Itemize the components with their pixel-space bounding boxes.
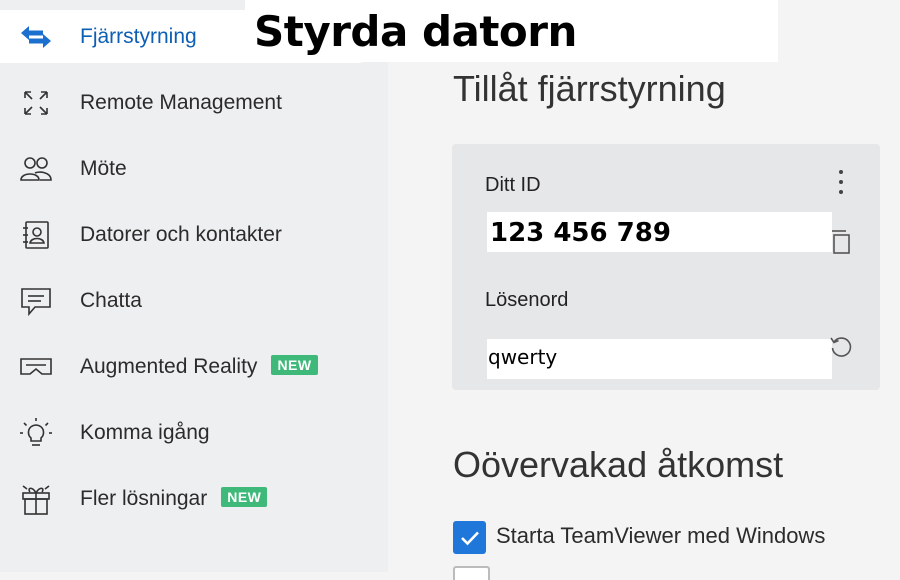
remote-control-card: Ditt ID 123 456 789 Lösenord qwerty	[452, 144, 880, 390]
gift-box-icon	[18, 481, 54, 517]
sidebar-item-label: Möte	[80, 157, 127, 180]
next-checkbox[interactable]	[453, 566, 490, 580]
ar-goggles-icon	[18, 349, 54, 385]
id-value: 123 456 789	[490, 218, 671, 248]
sidebar-item-text: Fler lösningar	[80, 487, 208, 510]
overlay-heading: Styrda datorn	[254, 7, 577, 56]
contact-card-icon	[18, 217, 54, 253]
sidebar: Fjärrstyrning Remote Management Möte Dat…	[0, 0, 388, 572]
sidebar-item-label: Chatta	[80, 289, 142, 312]
sidebar-item-label: Datorer och kontakter	[80, 223, 282, 246]
sidebar-item-augmented-reality[interactable]: Augmented Reality NEW	[0, 339, 365, 395]
sidebar-item-fler-losningar[interactable]: Fler lösningar NEW	[0, 471, 365, 527]
unattended-access-title: Oövervakad åtkomst	[453, 444, 784, 485]
expand-arrows-icon	[18, 85, 54, 121]
id-label: Ditt ID	[485, 174, 541, 196]
sidebar-item-mote[interactable]: Möte	[0, 141, 365, 197]
arrows-swap-icon	[18, 19, 54, 55]
copy-icon[interactable]	[828, 228, 854, 256]
more-options-icon[interactable]	[828, 168, 854, 196]
allow-remote-control-title: Tillåt fjärrstyrning	[453, 68, 726, 109]
password-value-box[interactable]: qwerty	[487, 339, 832, 379]
sidebar-item-label: Remote Management	[80, 91, 282, 114]
sidebar-item-datorer-och-kontakter[interactable]: Datorer och kontakter	[0, 207, 365, 263]
sidebar-item-label: Augmented Reality NEW	[80, 355, 318, 379]
chat-bubble-icon	[18, 283, 54, 319]
sidebar-item-label: Komma igång	[80, 421, 210, 444]
new-badge: NEW	[221, 487, 268, 507]
id-value-box[interactable]: 123 456 789	[487, 212, 832, 252]
lightbulb-icon	[18, 415, 54, 451]
password-value: qwerty	[488, 345, 558, 369]
overlay-heading-box: Styrda datorn	[245, 0, 778, 62]
new-badge: NEW	[271, 355, 318, 375]
sidebar-item-chatta[interactable]: Chatta	[0, 273, 365, 329]
start-with-windows-label: Starta TeamViewer med Windows	[496, 523, 826, 548]
refresh-password-icon[interactable]	[828, 333, 854, 361]
sidebar-item-komma-igang[interactable]: Komma igång	[0, 405, 365, 461]
sidebar-item-label: Fjärrstyrning	[80, 24, 197, 48]
start-with-windows-checkbox[interactable]	[453, 521, 486, 554]
password-label: Lösenord	[485, 289, 569, 311]
people-icon	[18, 151, 54, 187]
sidebar-item-remote-management[interactable]: Remote Management	[0, 75, 365, 131]
sidebar-item-text: Augmented Reality	[80, 355, 258, 378]
sidebar-item-label: Fler lösningar NEW	[80, 487, 268, 511]
